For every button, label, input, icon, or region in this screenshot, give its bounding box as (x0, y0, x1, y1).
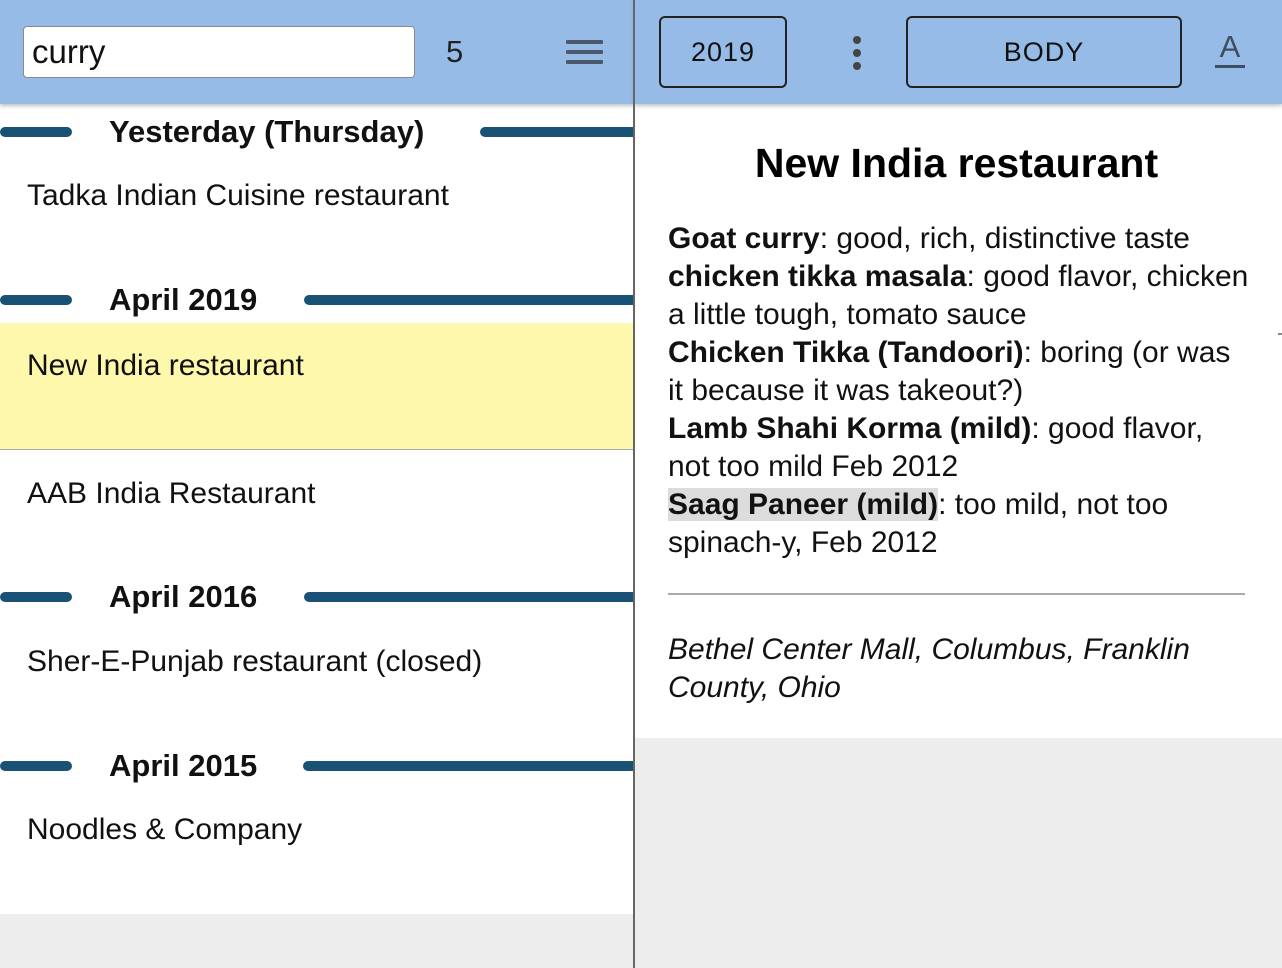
hamburger-menu-icon[interactable] (566, 40, 603, 64)
group-header-label: April 2015 (109, 748, 258, 783)
group-bar (304, 592, 634, 602)
group-header-label: April 2019 (109, 282, 258, 317)
group-header-label: Yesterday (Thursday) (109, 114, 425, 149)
detail-pane: 2019 BODY A New India restaurant Goat cu… (635, 0, 1282, 968)
search-input[interactable] (23, 26, 415, 78)
detail-toolbar: 2019 BODY A (635, 0, 1282, 104)
entry-notes: Goat curry: good, rich, distinctive tast… (668, 220, 1253, 562)
group-bar (303, 761, 634, 771)
dish-name-highlighted: Saag Paneer (mild) (668, 488, 939, 521)
dish-name: Goat curry (668, 222, 820, 255)
group-bar (0, 761, 72, 771)
note-line: Goat curry: good, rich, distinctive tast… (668, 220, 1253, 258)
pane-divider[interactable] (633, 0, 635, 968)
result-count: 5 (446, 34, 464, 69)
note-line: Lamb Shahi Korma (mild): good flavor, no… (668, 410, 1253, 486)
horizontal-rule (668, 593, 1245, 595)
group-bar (0, 592, 72, 602)
list-item[interactable]: Sher-E-Punjab restaurant (closed) (0, 644, 634, 704)
scroll-edge-mark (1278, 333, 1282, 335)
list-item-label: Noodles & Company (27, 813, 303, 846)
list-item-label: Tadka Indian Cuisine restaurant (27, 179, 449, 212)
entry-location: Bethel Center Mall, Columbus, Franklin C… (668, 633, 1190, 704)
group-header: April 2015 (0, 746, 634, 786)
group-bar (0, 127, 72, 137)
group-header: Yesterday (Thursday) (0, 112, 634, 152)
list-pane: 5 Yesterday (Thursday) Tadka Indian Cuis… (0, 0, 634, 968)
group-header: April 2019 (0, 280, 634, 320)
group-header: April 2016 (0, 577, 634, 617)
group-header-label: April 2016 (109, 579, 258, 614)
list-item-selected[interactable]: New India restaurant (0, 323, 634, 450)
list-item[interactable]: Noodles & Company (0, 812, 634, 872)
app-window: 5 Yesterday (Thursday) Tadka Indian Cuis… (0, 0, 1282, 968)
note-line: Saag Paneer (mild): too mild, not too sp… (668, 486, 1253, 562)
list-toolbar: 5 (0, 0, 634, 104)
body-button[interactable]: BODY (906, 16, 1182, 88)
group-bar (480, 127, 634, 137)
list-item[interactable]: Tadka Indian Cuisine restaurant (0, 178, 634, 238)
list-item-label: New India restaurant (27, 349, 304, 382)
group-bar (0, 295, 72, 305)
more-vertical-icon[interactable] (851, 36, 863, 70)
list-item-label: Sher-E-Punjab restaurant (closed) (27, 645, 483, 678)
dish-name: Lamb Shahi Korma (mild) (668, 412, 1032, 445)
entry-list[interactable]: Yesterday (Thursday) Tadka Indian Cuisin… (0, 104, 634, 914)
list-item-label: AAB India Restaurant (27, 477, 316, 510)
year-button[interactable]: 2019 (659, 16, 787, 88)
list-item[interactable]: AAB India Restaurant (0, 476, 634, 536)
dish-comment: : good, rich, distinctive taste (819, 222, 1190, 255)
entry-detail: New India restaurant Goat curry: good, r… (635, 104, 1282, 738)
dish-name: chicken tikka masala (668, 260, 967, 293)
entry-title: New India restaurant (754, 140, 1159, 186)
note-line: Chicken Tikka (Tandoori): boring (or was… (668, 334, 1253, 410)
font-glyph: A (1219, 29, 1241, 64)
note-line: chicken tikka masala: good flavor, chick… (668, 258, 1253, 334)
dish-name: Chicken Tikka (Tandoori) (668, 336, 1024, 369)
group-bar (304, 295, 634, 305)
font-format-icon[interactable]: A (1213, 30, 1247, 70)
